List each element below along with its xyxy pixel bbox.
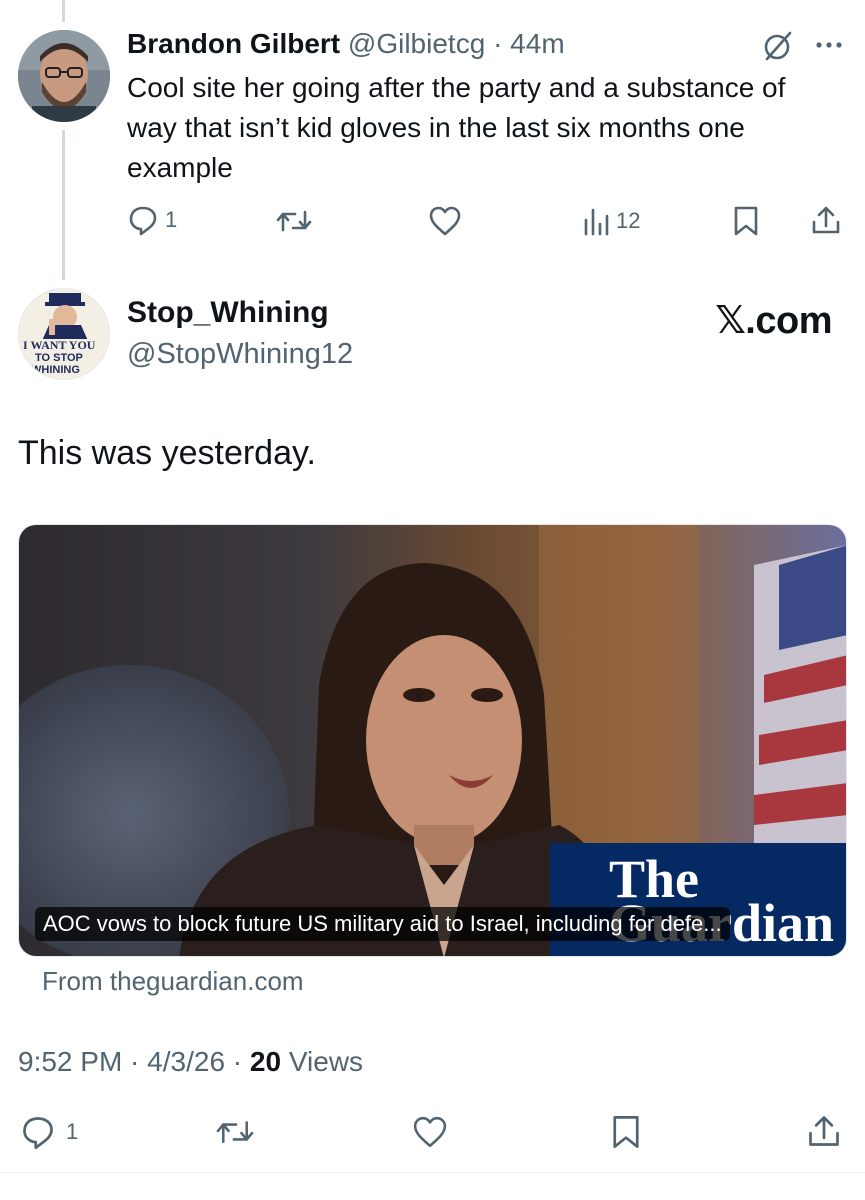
bookmark-icon [734,206,758,236]
thread-line-connector [62,130,65,280]
more-icon[interactable] [812,30,846,60]
thread-line-top [62,0,65,22]
reply-time-separator: · [493,28,503,59]
avatar-line3: WHINING [31,364,80,376]
reply-avatar[interactable] [18,30,110,122]
link-card[interactable]: The Guardian AOC vows to block future US… [18,524,847,957]
repost-icon [276,210,312,232]
post-repost-button[interactable] [214,1116,256,1148]
post-bookmark-button[interactable] [610,1114,642,1150]
avatar-line1: I WANT YOU [23,338,96,352]
share-icon [812,206,840,234]
reply-author-handle[interactable]: @Gilbietcg [348,28,485,59]
post-view-count: 20 [249,1046,282,1077]
reply-views-button[interactable]: 12 [582,206,640,236]
post-like-button[interactable] [411,1115,449,1149]
reply-text: Cool site her going after the party and … [127,72,786,183]
post-time[interactable]: 9:52 PM [18,1046,122,1077]
reply-share-button[interactable] [810,204,842,236]
reply-repost-button[interactable] [275,206,313,236]
reply-author-name[interactable]: Brandon Gilbert [127,28,340,59]
post-reply-count: 1 [66,1119,79,1144]
reply-reply-button[interactable]: 1 [127,204,177,236]
card-source[interactable]: From theguardian.com [42,966,304,997]
post-author-handle[interactable]: @StopWhining12 [127,338,353,371]
reply-reply-count: 1 [165,207,178,232]
bookmark-icon [613,1116,639,1148]
bottom-divider [0,1172,865,1173]
grok-icon[interactable] [762,30,794,62]
views-icon [584,208,609,236]
post-meta: 9:52 PM · 4/3/26 · 20 Views [18,1046,363,1078]
post-views-label: Views [281,1046,364,1077]
reply-view-count: 12 [616,208,641,233]
reply-icon [129,206,157,236]
card-caption: AOC vows to block future US military aid… [35,907,730,941]
reply-icon [23,1117,53,1150]
post-date[interactable]: 4/3/26 [147,1046,225,1077]
post-share-button[interactable] [806,1113,842,1149]
x-brand-watermark: 𝕏.com [715,300,832,342]
meta-sep-2: · [225,1046,250,1077]
reply-header: Brandon Gilbert @Gilbietcg · 44m [127,28,565,60]
reply-timestamp[interactable]: 44m [510,28,564,59]
share-icon [809,1116,839,1146]
like-icon [429,206,461,236]
reply-like-button[interactable] [428,205,462,237]
like-icon [413,1116,447,1148]
reply-bookmark-button[interactable] [732,205,760,237]
post-text: This was yesterday. [18,434,316,472]
avatar-line2: TO STOP [35,352,83,364]
post-author-name[interactable]: Stop_Whining [127,296,329,330]
repost-icon [216,1121,254,1143]
post-reply-button[interactable]: 1 [20,1114,78,1150]
post-avatar[interactable]: I WANT YOU TO STOP WHINING [18,288,110,380]
meta-sep-1: · [122,1046,148,1077]
